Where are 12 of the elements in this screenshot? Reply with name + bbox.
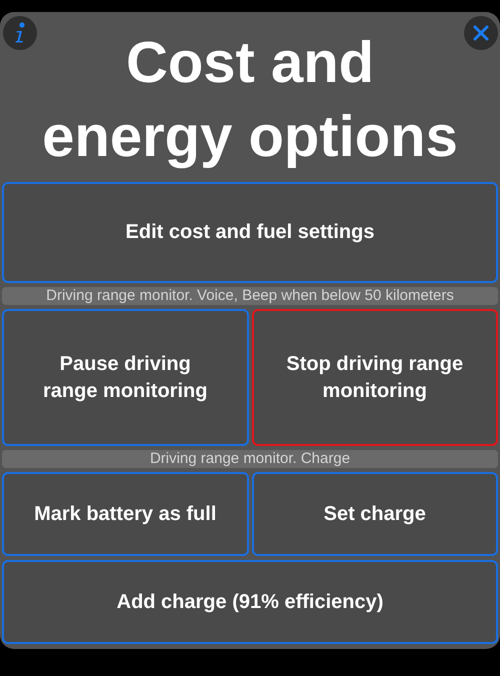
option-button[interactable]: Mark battery as full xyxy=(2,472,248,556)
dialog-title: Cost and energy options xyxy=(41,29,459,171)
option-button[interactable]: Add charge (91% efficiency) xyxy=(2,560,498,644)
option-button[interactable]: Stop driving range monitoring xyxy=(252,309,498,446)
option-button[interactable]: Pause driving range monitoring xyxy=(2,309,248,446)
option-button[interactable]: Edit cost and fuel settings xyxy=(2,182,498,283)
section-label: Driving range monitor. Charge xyxy=(2,450,498,468)
close-button[interactable] xyxy=(464,16,498,50)
option-button[interactable]: Set charge xyxy=(252,472,498,556)
info-button[interactable] xyxy=(3,16,37,50)
section-label: Driving range monitor. Voice, Beep when below 50 kilometers xyxy=(2,287,498,305)
info-icon xyxy=(14,22,26,44)
